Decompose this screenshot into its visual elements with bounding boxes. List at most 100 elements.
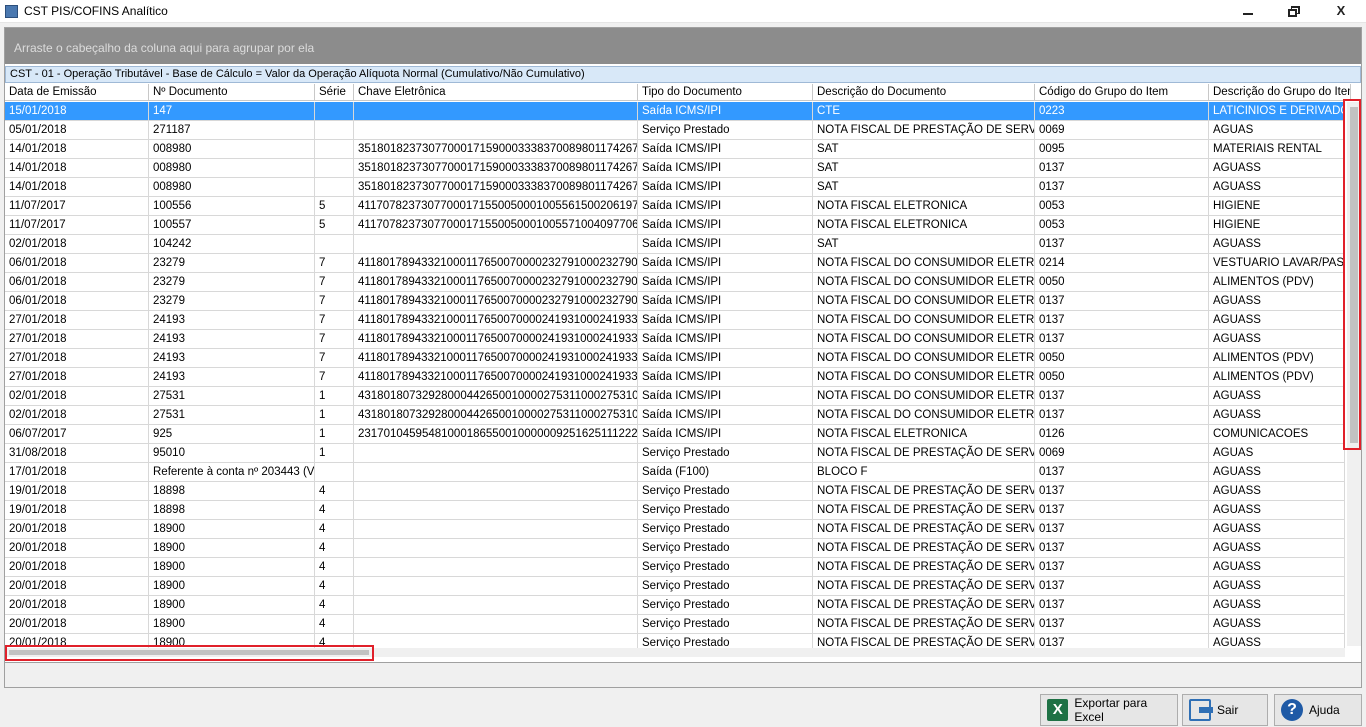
cell-descricao-grupo-item[interactable]: AGUASS [1209, 558, 1345, 577]
cell-tipo-documento[interactable]: Saída ICMS/IPI [638, 292, 813, 311]
cell-descricao-grupo-item[interactable]: AGUASS [1209, 463, 1345, 482]
cell-tipo-documento[interactable]: Saída ICMS/IPI [638, 197, 813, 216]
cell-tipo-documento[interactable]: Saída ICMS/IPI [638, 330, 813, 349]
cell-codigo-grupo-item[interactable]: 0137 [1035, 463, 1209, 482]
cell-data-emissao[interactable]: 06/01/2018 [5, 292, 149, 311]
exit-button[interactable]: Sair [1182, 694, 1268, 726]
cell-serie[interactable]: 1 [315, 406, 354, 425]
table-row[interactable]: 02/01/2018 27531 1 431801807329280004426500… [5, 387, 1345, 406]
cell-chave-eletronica[interactable]: 2317010459548100018655001000000925162511… [354, 425, 638, 444]
cell-numero-documento[interactable]: 100556 [149, 197, 315, 216]
cell-descricao-documento[interactable]: NOTA FISCAL DE PRESTAÇÃO DE SERVIÇO [813, 501, 1035, 520]
cell-descricao-grupo-item[interactable]: HIGIENE [1209, 216, 1345, 235]
cell-descricao-grupo-item[interactable]: AGUASS [1209, 501, 1345, 520]
cell-data-emissao[interactable]: 06/01/2018 [5, 254, 149, 273]
cell-descricao-documento[interactable]: NOTA FISCAL DO CONSUMIDOR ELETRONICA [813, 406, 1035, 425]
cell-serie[interactable]: 1 [315, 387, 354, 406]
cell-tipo-documento[interactable]: Saída ICMS/IPI [638, 311, 813, 330]
cell-descricao-grupo-item[interactable]: AGUASS [1209, 577, 1345, 596]
cell-descricao-documento[interactable]: NOTA FISCAL DE PRESTAÇÃO DE SERVIÇO [813, 482, 1035, 501]
table-row[interactable]: 19/01/2018 18898 4 Serviço Prestado NOTA FIS… [5, 482, 1345, 501]
cell-descricao-grupo-item[interactable]: AGUASS [1209, 406, 1345, 425]
cell-data-emissao[interactable]: 06/01/2018 [5, 273, 149, 292]
cell-descricao-grupo-item[interactable]: MATERIAIS RENTAL [1209, 140, 1345, 159]
table-row[interactable]: 11/07/2017 100556 5 41170782373077000171550… [5, 197, 1345, 216]
cell-data-emissao[interactable]: 11/07/2017 [5, 197, 149, 216]
cell-descricao-documento[interactable]: NOTA FISCAL DE PRESTAÇÃO DE SERVIÇO [813, 615, 1035, 634]
cell-codigo-grupo-item[interactable]: 0069 [1035, 121, 1209, 140]
cell-codigo-grupo-item[interactable]: 0137 [1035, 596, 1209, 615]
cell-chave-eletronica[interactable]: 3518018237307700017159000333837008980117… [354, 178, 638, 197]
cell-serie[interactable]: 1 [315, 444, 354, 463]
cell-codigo-grupo-item[interactable]: 0053 [1035, 197, 1209, 216]
column-header-codigo-grupo-item[interactable]: Código do Grupo do Item [1035, 84, 1209, 101]
cell-tipo-documento[interactable]: Serviço Prestado [638, 501, 813, 520]
cell-serie[interactable]: 7 [315, 349, 354, 368]
cell-tipo-documento[interactable]: Serviço Prestado [638, 577, 813, 596]
cell-codigo-grupo-item[interactable]: 0137 [1035, 501, 1209, 520]
cell-descricao-grupo-item[interactable]: LATICINIOS E DERIVADOS [1209, 102, 1345, 121]
cell-numero-documento[interactable]: 18898 [149, 482, 315, 501]
cell-descricao-documento[interactable]: NOTA FISCAL ELETRONICA [813, 197, 1035, 216]
table-row[interactable]: 27/01/2018 24193 7 411801789433210001176500… [5, 311, 1345, 330]
column-header-tipo-documento[interactable]: Tipo do Documento [638, 84, 813, 101]
cell-descricao-grupo-item[interactable]: AGUASS [1209, 615, 1345, 634]
cell-descricao-documento[interactable]: NOTA FISCAL ELETRONICA [813, 216, 1035, 235]
table-row[interactable]: 06/01/2018 23279 7 411801789433210001176500… [5, 292, 1345, 311]
cell-chave-eletronica[interactable] [354, 539, 638, 558]
cell-numero-documento[interactable]: 27531 [149, 387, 315, 406]
cell-chave-eletronica[interactable]: 4117078237307700017155005000100556150020… [354, 197, 638, 216]
cell-data-emissao[interactable]: 05/01/2018 [5, 121, 149, 140]
cell-serie[interactable] [315, 235, 354, 254]
cell-numero-documento[interactable]: 18900 [149, 615, 315, 634]
cell-descricao-documento[interactable]: SAT [813, 178, 1035, 197]
cell-data-emissao[interactable]: 20/01/2018 [5, 520, 149, 539]
cell-serie[interactable]: 4 [315, 596, 354, 615]
cell-data-emissao[interactable]: 02/01/2018 [5, 235, 149, 254]
cell-descricao-documento[interactable]: SAT [813, 140, 1035, 159]
cell-descricao-documento[interactable]: SAT [813, 159, 1035, 178]
table-row[interactable]: 19/01/2018 18898 4 Serviço Prestado NOTA FIS… [5, 501, 1345, 520]
cell-tipo-documento[interactable]: Serviço Prestado [638, 539, 813, 558]
cell-chave-eletronica[interactable] [354, 615, 638, 634]
cell-chave-eletronica[interactable] [354, 596, 638, 615]
cell-tipo-documento[interactable]: Saída ICMS/IPI [638, 368, 813, 387]
table-row[interactable]: 02/01/2018 104242 Saída ICMS/IPI SAT 0137 AGU… [5, 235, 1345, 254]
cell-descricao-grupo-item[interactable]: AGUASS [1209, 596, 1345, 615]
cell-descricao-documento[interactable]: NOTA FISCAL DE PRESTAÇÃO DE SERVIÇO [813, 121, 1035, 140]
cell-descricao-documento[interactable]: NOTA FISCAL DO CONSUMIDOR ELETRONICA [813, 254, 1035, 273]
cell-serie[interactable]: 4 [315, 539, 354, 558]
column-header-chave-eletronica[interactable]: Chave Eletrônica [354, 84, 638, 101]
cell-numero-documento[interactable]: 104242 [149, 235, 315, 254]
cell-serie[interactable]: 7 [315, 368, 354, 387]
table-row[interactable]: 14/01/2018 008980 351801823730770001715900… [5, 178, 1345, 197]
table-row[interactable]: 27/01/2018 24193 7 411801789433210001176500… [5, 368, 1345, 387]
cell-chave-eletronica[interactable] [354, 577, 638, 596]
close-button[interactable]: X [1318, 0, 1364, 23]
table-row[interactable]: 06/01/2018 23279 7 411801789433210001176500… [5, 254, 1345, 273]
minimize-button[interactable] [1226, 0, 1272, 23]
cell-codigo-grupo-item[interactable]: 0137 [1035, 615, 1209, 634]
cell-tipo-documento[interactable]: Serviço Prestado [638, 615, 813, 634]
cell-tipo-documento[interactable]: Saída ICMS/IPI [638, 216, 813, 235]
help-button[interactable]: ? Ajuda [1274, 694, 1362, 726]
cell-descricao-documento[interactable]: NOTA FISCAL DE PRESTAÇÃO DE SERVIÇO [813, 539, 1035, 558]
cell-chave-eletronica[interactable]: 3518018237307700017159000333837008980117… [354, 159, 638, 178]
cell-descricao-documento[interactable]: NOTA FISCAL ELETRONICA [813, 425, 1035, 444]
cell-tipo-documento[interactable]: Serviço Prestado [638, 482, 813, 501]
cell-numero-documento[interactable]: 008980 [149, 178, 315, 197]
table-row[interactable]: 14/01/2018 008980 351801823730770001715900… [5, 140, 1345, 159]
cell-chave-eletronica[interactable]: 4118017894332100011765007000024193100024… [354, 330, 638, 349]
cell-chave-eletronica[interactable] [354, 235, 638, 254]
cell-descricao-documento[interactable]: NOTA FISCAL DO CONSUMIDOR ELETRONICA [813, 368, 1035, 387]
cell-descricao-grupo-item[interactable]: ALIMENTOS (PDV) [1209, 273, 1345, 292]
cell-chave-eletronica[interactable] [354, 558, 638, 577]
cell-data-emissao[interactable]: 20/01/2018 [5, 539, 149, 558]
table-row[interactable]: 11/07/2017 100557 5 41170782373077000171550… [5, 216, 1345, 235]
cell-serie[interactable]: 5 [315, 197, 354, 216]
cell-descricao-grupo-item[interactable]: AGUAS [1209, 121, 1345, 140]
cell-descricao-grupo-item[interactable]: AGUASS [1209, 330, 1345, 349]
cell-codigo-grupo-item[interactable]: 0050 [1035, 273, 1209, 292]
cell-chave-eletronica[interactable]: 4118017894332100011765007000024193100024… [354, 311, 638, 330]
cell-tipo-documento[interactable]: Saída ICMS/IPI [638, 273, 813, 292]
